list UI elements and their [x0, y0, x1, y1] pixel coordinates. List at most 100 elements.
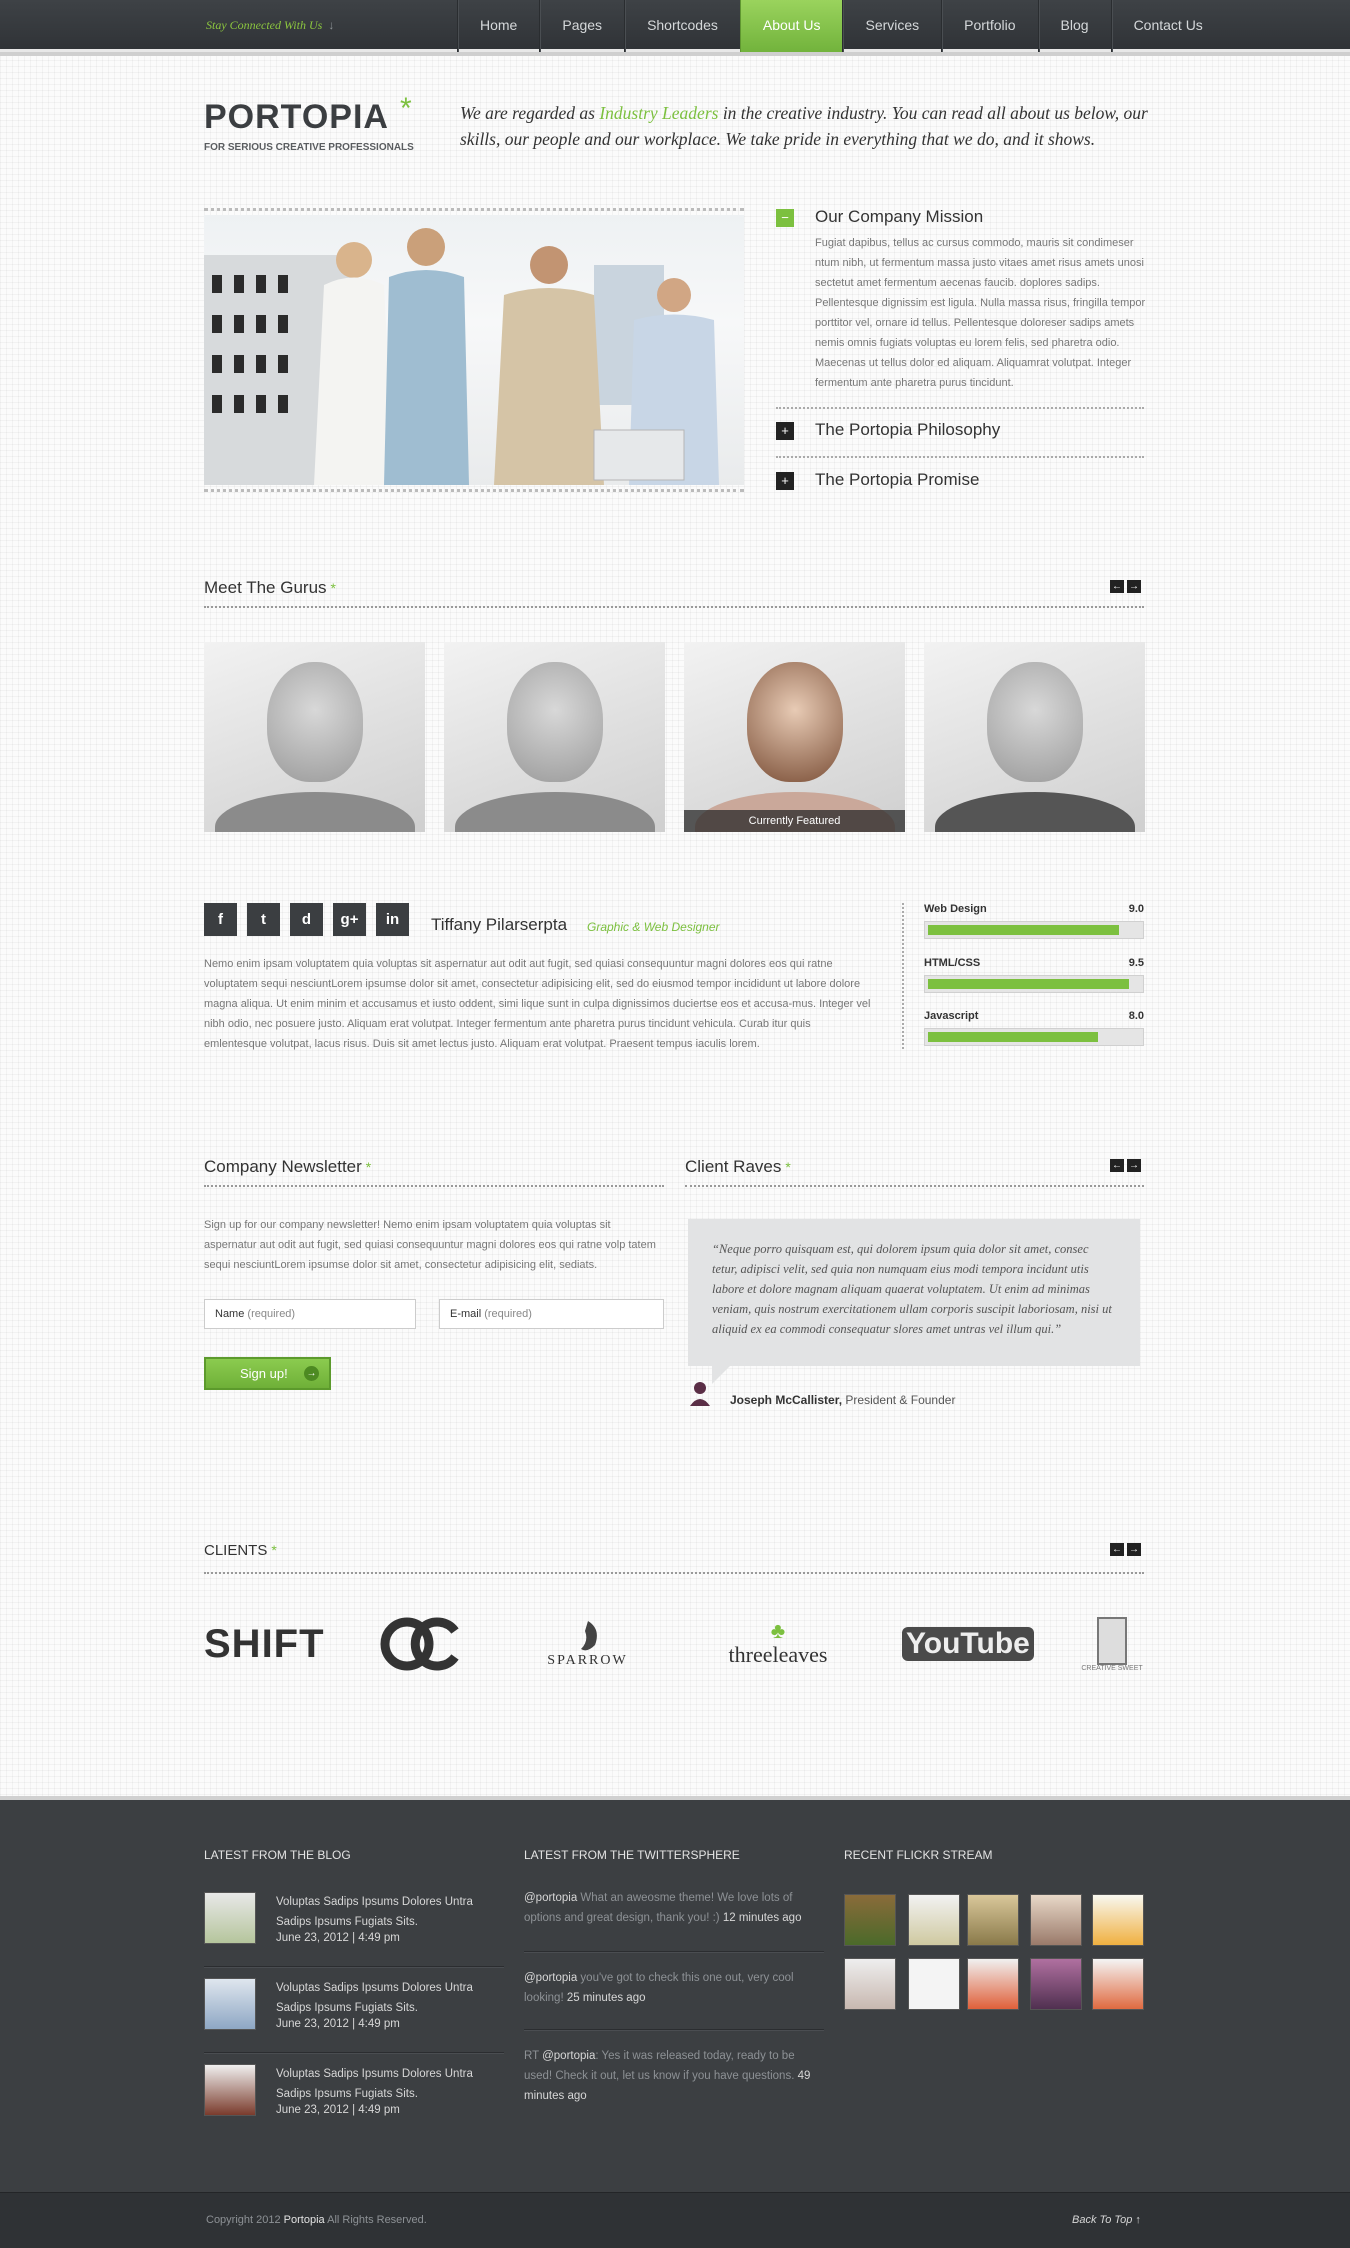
flickr-thumbnail[interactable]	[1092, 1958, 1144, 2010]
divider	[524, 1951, 824, 1953]
flickr-thumbnail[interactable]	[844, 1958, 896, 2010]
facebook-icon[interactable]: f	[204, 903, 237, 936]
nav-about-us[interactable]: About Us	[739, 0, 843, 52]
arrow-left-icon[interactable]: ←	[1110, 1543, 1124, 1556]
guru-name: Tiffany Pilarserpta	[431, 915, 568, 934]
copyright-brand-link[interactable]: Portopia	[284, 2214, 325, 2226]
linkedin-icon[interactable]: in	[376, 903, 409, 936]
arrow-right-icon[interactable]: →	[1127, 1543, 1141, 1556]
skill-web-design: Web Design 9.0	[924, 903, 1144, 939]
tweet-user-link[interactable]: @portopia	[524, 1972, 577, 1984]
team-photo-illustration	[204, 228, 719, 485]
top-navigation-bar: Stay Connected With Us ↓ Home Pages Short…	[0, 0, 1350, 52]
clients-carousel-arrows: ← →	[1110, 1543, 1141, 1556]
flickr-thumbnail[interactable]	[967, 1894, 1019, 1946]
intro-highlight: Industry Leaders	[599, 103, 719, 123]
client-logo-sparrow[interactable]: SPARROW	[540, 1614, 635, 1674]
client-logo-creative-sweet[interactable]: CREATIVE SWEET	[1080, 1614, 1144, 1674]
skill-bar	[924, 1028, 1144, 1046]
testimonial-author: Joseph McCallister, President & Founder	[730, 1393, 956, 1407]
blog-post[interactable]: Voluptas Sadips Ipsums Dolores Untra Sad…	[204, 1978, 504, 2050]
nav-home[interactable]: Home	[457, 0, 539, 52]
flickr-thumbnail[interactable]	[1030, 1958, 1082, 2010]
client-logo-oc[interactable]	[380, 1614, 462, 1674]
arrow-right-icon[interactable]: →	[1127, 1159, 1141, 1172]
accordion-title-mission[interactable]: Our Company Mission	[815, 207, 983, 227]
guru-photo-3[interactable]: Currently Featured	[684, 642, 905, 832]
flickr-thumbnail[interactable]	[1030, 1894, 1082, 1946]
skill-value: 9.0	[1128, 903, 1144, 915]
section-divider	[204, 1185, 664, 1187]
flickr-thumbnail[interactable]	[844, 1894, 896, 1946]
blog-post-title[interactable]: Voluptas Sadips Ipsums Dolores Untra Sad…	[276, 2064, 496, 2104]
chevron-down-icon: ↓	[328, 18, 335, 32]
flickr-thumbnail[interactable]	[908, 1958, 960, 2010]
dribbble-icon[interactable]: d	[290, 903, 323, 936]
collapse-icon[interactable]: −	[776, 209, 794, 227]
nav-portfolio[interactable]: Portfolio	[941, 0, 1037, 52]
divider	[524, 2029, 824, 2031]
divider	[204, 1966, 504, 1968]
main-nav: Home Pages Shortcodes About Us Services …	[457, 0, 1225, 52]
accordion-body-mission: Fugiat dapibus, tellus ac cursus commodo…	[815, 237, 1146, 389]
currently-featured-label: Currently Featured	[684, 810, 905, 832]
guru-photo-2[interactable]	[444, 642, 665, 832]
blog-post[interactable]: Voluptas Sadips Ipsums Dolores Untra Sad…	[204, 1892, 504, 1964]
flickr-thumbnail[interactable]	[1092, 1894, 1144, 1946]
accordion-title-promise[interactable]: The Portopia Promise	[815, 470, 979, 490]
tweet-time[interactable]: 12 minutes ago	[723, 1912, 802, 1924]
client-logo-shift[interactable]: SHIFT	[204, 1614, 324, 1674]
name-field[interactable]: Name (required)	[204, 1299, 416, 1329]
skill-label: Javascript	[924, 1010, 979, 1022]
expand-icon[interactable]: +	[776, 422, 794, 440]
tweet: @portopia What an aweosme theme! We love…	[524, 1892, 802, 1924]
logo-star: *	[400, 92, 412, 125]
twitter-icon[interactable]: t	[247, 903, 280, 936]
flickr-thumbnail[interactable]	[967, 1958, 1019, 2010]
skill-html-css: HTML/CSS 9.5	[924, 957, 1144, 993]
skill-bar-fill	[928, 979, 1130, 989]
guru-role: Graphic & Web Designer	[587, 920, 720, 934]
nav-pages[interactable]: Pages	[539, 0, 624, 52]
newsletter-text: Sign up for our company newsletter! Nemo…	[204, 1219, 656, 1271]
section-divider	[685, 1185, 1144, 1187]
flickr-thumbnail[interactable]	[908, 1894, 960, 1946]
nav-services[interactable]: Services	[842, 0, 941, 52]
tweet-user-link[interactable]: @portopia	[542, 2050, 595, 2062]
email-field[interactable]: E-mail (required)	[439, 1299, 664, 1329]
signup-button[interactable]: Sign up! →	[204, 1357, 331, 1390]
blog-post[interactable]: Voluptas Sadips Ipsums Dolores Untra Sad…	[204, 2064, 504, 2136]
blog-post-date: June 23, 2012 | 4:49 pm	[276, 2018, 400, 2030]
back-to-top-link[interactable]: Back To Top ↑	[1072, 2214, 1141, 2226]
skill-javascript: Javascript 8.0	[924, 1010, 1144, 1046]
arrow-left-icon[interactable]: ←	[1110, 580, 1124, 593]
blog-post-thumbnail	[204, 2064, 256, 2116]
google-plus-icon[interactable]: g+	[333, 903, 366, 936]
tweet-time[interactable]: 25 minutes ago	[567, 1992, 646, 2004]
section-title-clients: CLIENTS *	[204, 1542, 277, 1559]
tweet: @portopia you've got to check this one o…	[524, 1972, 794, 2004]
guru-photo-4[interactable]	[924, 642, 1145, 832]
arrow-right-icon[interactable]: →	[1127, 580, 1141, 593]
team-photo	[204, 208, 744, 492]
skill-label: Web Design	[924, 903, 987, 915]
stay-connected-link[interactable]: Stay Connected With Us ↓	[206, 18, 334, 33]
logo-wordmark: PORTOPIA	[204, 98, 389, 136]
accordion-title-philosophy[interactable]: The Portopia Philosophy	[815, 420, 1000, 440]
nav-contact-us[interactable]: Contact Us	[1110, 0, 1225, 52]
logo-tagline: FOR SERIOUS CREATIVE PROFESSIONALS	[204, 142, 414, 153]
skill-bar-fill	[928, 925, 1119, 935]
site-logo[interactable]: PORTOPIA * FOR SERIOUS CREATIVE PROFESSI…	[204, 92, 414, 153]
nav-blog[interactable]: Blog	[1037, 0, 1111, 52]
client-logo-youtube[interactable]: YouTube	[902, 1614, 1034, 1674]
tweet-user-link[interactable]: @portopia	[524, 1892, 577, 1904]
guru-photo-1[interactable]	[204, 642, 425, 832]
blog-post-title[interactable]: Voluptas Sadips Ipsums Dolores Untra Sad…	[276, 1892, 496, 1932]
expand-icon[interactable]: +	[776, 472, 794, 490]
footer-flickr-title: RECENT FLICKR STREAM	[844, 1848, 993, 1862]
arrow-left-icon[interactable]: ←	[1110, 1159, 1124, 1172]
client-logo-threeleaves[interactable]: ♣ threeleaves	[718, 1614, 838, 1674]
divider	[776, 407, 1144, 409]
nav-shortcodes[interactable]: Shortcodes	[624, 0, 740, 52]
blog-post-title[interactable]: Voluptas Sadips Ipsums Dolores Untra Sad…	[276, 1978, 496, 2018]
